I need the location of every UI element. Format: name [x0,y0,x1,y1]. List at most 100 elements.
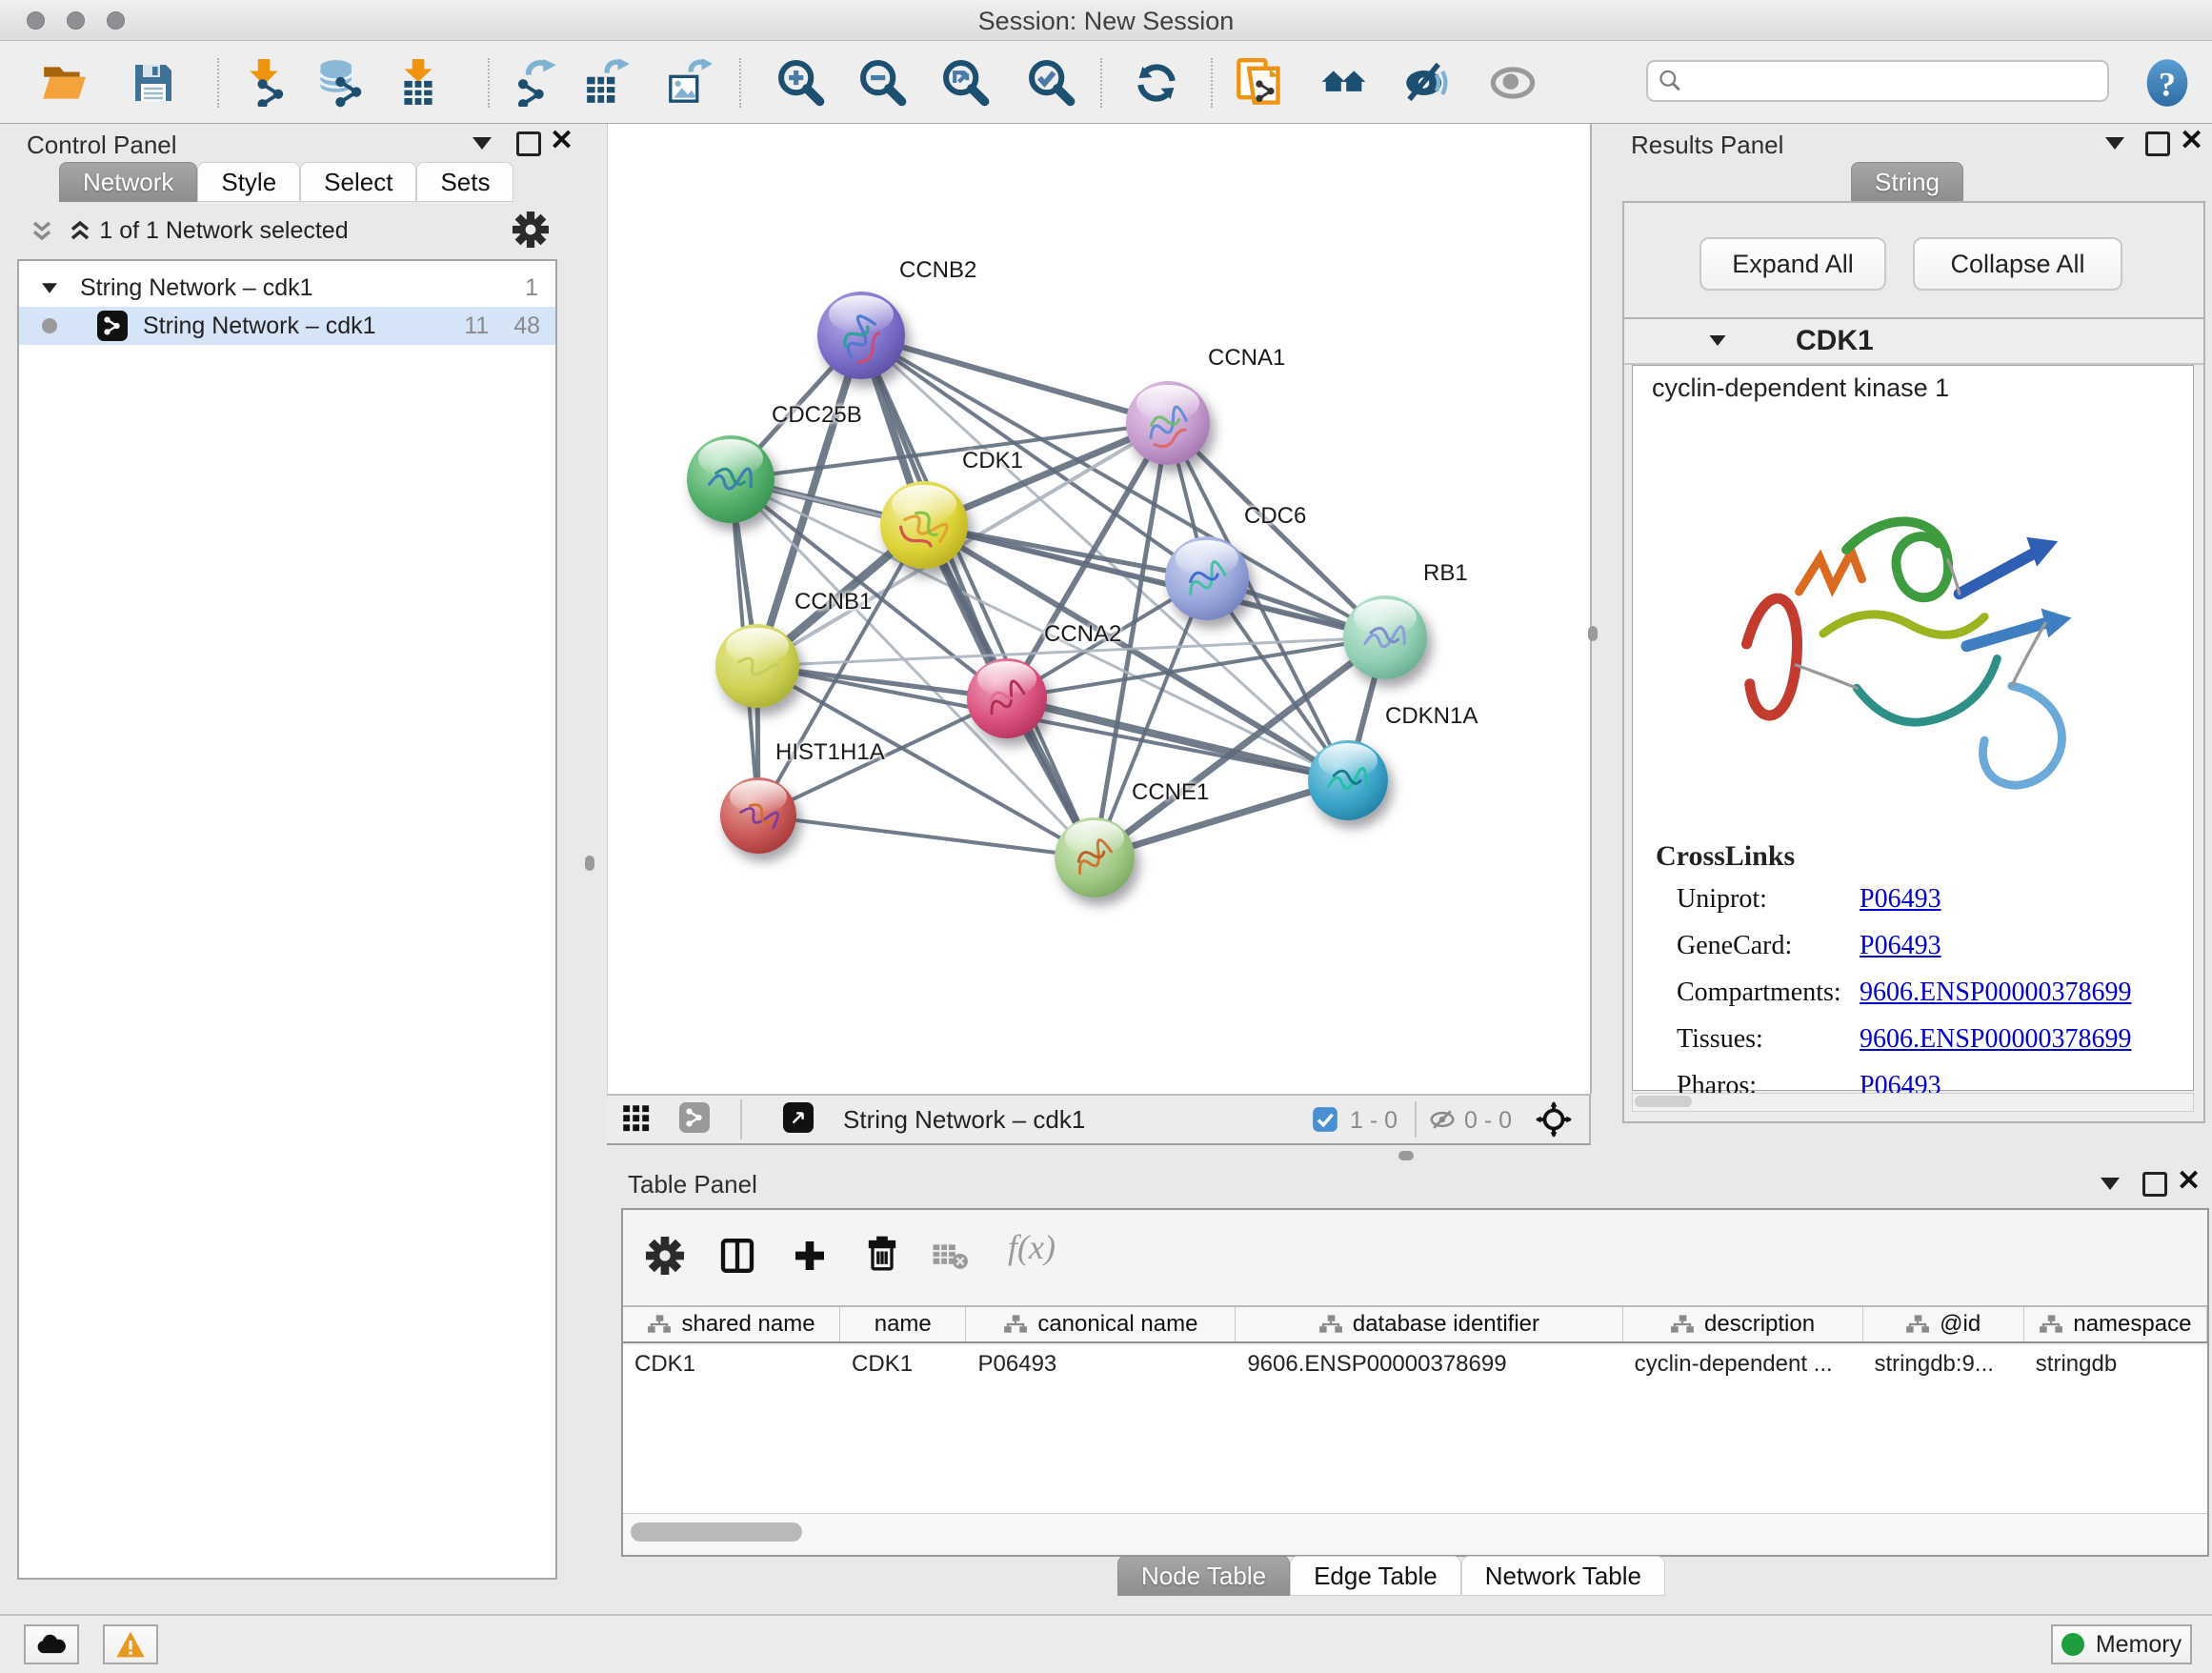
import-network-from-file-icon[interactable] [238,57,290,109]
network-node-HIST1H1A[interactable] [720,777,796,854]
table-panel-float-icon[interactable] [2142,1172,2167,1197]
column-header-description[interactable]: description [1623,1307,1863,1341]
table-cell[interactable]: P06493 [967,1345,1237,1383]
column-header-shared-name[interactable]: shared name [623,1307,840,1341]
zoom-out-icon[interactable] [856,57,908,109]
network-node-CDKN1A[interactable] [1308,740,1388,820]
birds-eye-view-icon[interactable] [783,1102,814,1133]
control-panel-float-icon[interactable] [516,131,541,156]
new-network-from-selection-icon[interactable] [1234,57,1285,109]
crosslink-value-link[interactable]: 9606.ENSP00000378699 [1860,1024,2131,1055]
control-panel-menu-icon[interactable] [473,137,492,150]
network-node-CDK1[interactable] [880,481,968,569]
import-table-from-file-icon[interactable] [392,57,444,109]
tab-style[interactable]: Style [197,162,300,202]
crosslink-value-link[interactable]: P06493 [1860,931,1941,961]
network-share-icon[interactable] [679,1102,710,1133]
memory-button[interactable]: Memory [2051,1624,2192,1664]
warning-button[interactable] [103,1624,158,1664]
table-cell[interactable]: stringdb:9... [1863,1345,2024,1383]
column-header-canonical-name[interactable]: canonical name [966,1307,1236,1341]
network-node-RB1[interactable] [1343,595,1427,679]
table-panel-close-icon[interactable]: ✕ [2177,1172,2201,1191]
network-options-gear-icon[interactable] [513,212,549,252]
table-row[interactable]: CDK1CDK1P064939606.ENSP00000378699cyclin… [623,1345,2207,1383]
column-header-namespace[interactable]: namespace [2024,1307,2207,1341]
results-panel-close-icon[interactable]: ✕ [2180,131,2203,151]
network-edge[interactable] [1007,698,1348,780]
export-table-icon[interactable] [581,57,633,109]
node-label-CDC25B: CDC25B [772,402,862,429]
network-edge[interactable] [758,816,1095,857]
open-session-icon[interactable] [38,57,90,109]
tab-node-table[interactable]: Node Table [1117,1556,1290,1596]
export-network-icon[interactable] [511,57,562,109]
hide-selected-icon[interactable] [1402,57,1454,109]
network-view-canvas[interactable]: CCNB2CCNA1CDC25BCDK1CDC6RB1CCNB1CCNA2CDK… [607,124,1592,1094]
first-neighbors-icon[interactable] [1318,57,1370,109]
search-input[interactable] [1690,67,2107,95]
cloud-button[interactable] [24,1624,79,1664]
network-node-CDC6[interactable] [1165,536,1249,620]
table-cell[interactable]: 9606.ENSP00000378699 [1236,1345,1622,1383]
table-options-gear-icon[interactable] [646,1237,684,1280]
results-panel-title: Results Panel [1631,131,1783,160]
horizontal-splitter-handle[interactable] [1398,1151,1414,1160]
collapse-all-button[interactable]: Collapse All [1913,237,2122,291]
search-field[interactable] [1646,60,2109,102]
refresh-icon[interactable] [1131,57,1182,109]
network-edge[interactable] [861,335,1095,857]
network-collection-row[interactable]: String Network – cdk1 1 [19,269,555,307]
vertical-splitter-handle[interactable] [1588,626,1598,641]
tab-network-table[interactable]: Network Table [1461,1556,1665,1596]
crosslink-value-link[interactable]: P06493 [1860,884,1941,915]
table-hscrollbar-thumb[interactable] [631,1522,802,1542]
help-icon[interactable]: ? [2142,57,2193,109]
table-cell[interactable]: stringdb [2024,1345,2207,1383]
column-header-@id[interactable]: @id [1863,1307,2024,1341]
table-cell[interactable]: CDK1 [623,1345,840,1383]
network-node-CCNA2[interactable] [967,658,1047,738]
column-header-database-identifier[interactable]: database identifier [1236,1307,1622,1341]
save-session-icon[interactable] [128,57,179,109]
select-columns-icon[interactable] [718,1237,756,1280]
expand-all-button[interactable]: Expand All [1699,237,1886,291]
results-panel-float-icon[interactable] [2145,131,2170,156]
selected-count-checkbox-icon[interactable] [1312,1106,1338,1138]
network-node-CCNE1[interactable] [1055,817,1135,897]
zoom-in-icon[interactable] [774,57,826,109]
table-cell[interactable]: CDK1 [840,1345,966,1383]
network-node-CCNA1[interactable] [1126,381,1210,465]
entry-collapse-icon[interactable] [1710,335,1726,346]
entry-header[interactable]: CDK1 [1624,319,2203,365]
results-panel-menu-icon[interactable] [2105,137,2124,150]
zoom-selected-icon[interactable] [1025,57,1076,109]
network-node-CCNB1[interactable] [715,624,799,708]
collection-expand-icon[interactable] [42,283,57,292]
network-node-CDC25B[interactable] [687,435,774,523]
control-panel-close-icon[interactable]: ✕ [550,131,573,151]
import-network-from-database-icon[interactable] [314,57,366,109]
tab-network[interactable]: Network [59,162,197,202]
table-cell[interactable]: cyclin-dependent ... [1623,1345,1863,1383]
tab-sets[interactable]: Sets [416,162,513,202]
grid-view-icon[interactable] [622,1104,651,1138]
tab-string[interactable]: String [1851,162,1963,202]
tab-select[interactable]: Select [300,162,416,202]
network-node-CCNB2[interactable] [817,292,905,379]
tab-edge-table[interactable]: Edge Table [1290,1556,1461,1596]
delete-column-trash-icon[interactable] [863,1235,901,1278]
results-hscrollbar-thumb[interactable] [1635,1096,1692,1107]
export-image-icon[interactable] [663,57,714,109]
zoom-fit-content-icon[interactable] [939,57,991,109]
results-hscrollbar[interactable] [1632,1093,2194,1112]
network-row-selected[interactable]: String Network – cdk1 11 48 [19,307,555,345]
column-header-name[interactable]: name [840,1307,966,1341]
protein-structure-image[interactable] [1699,423,2119,823]
table-panel-menu-icon[interactable] [2101,1178,2120,1190]
table-hscrollbar[interactable] [623,1513,2207,1551]
add-column-icon[interactable] [791,1237,829,1280]
vertical-splitter-handle[interactable] [585,856,594,871]
crosslink-value-link[interactable]: 9606.ENSP00000378699 [1860,978,2131,1008]
fit-selected-crosshair-icon[interactable] [1536,1101,1572,1142]
